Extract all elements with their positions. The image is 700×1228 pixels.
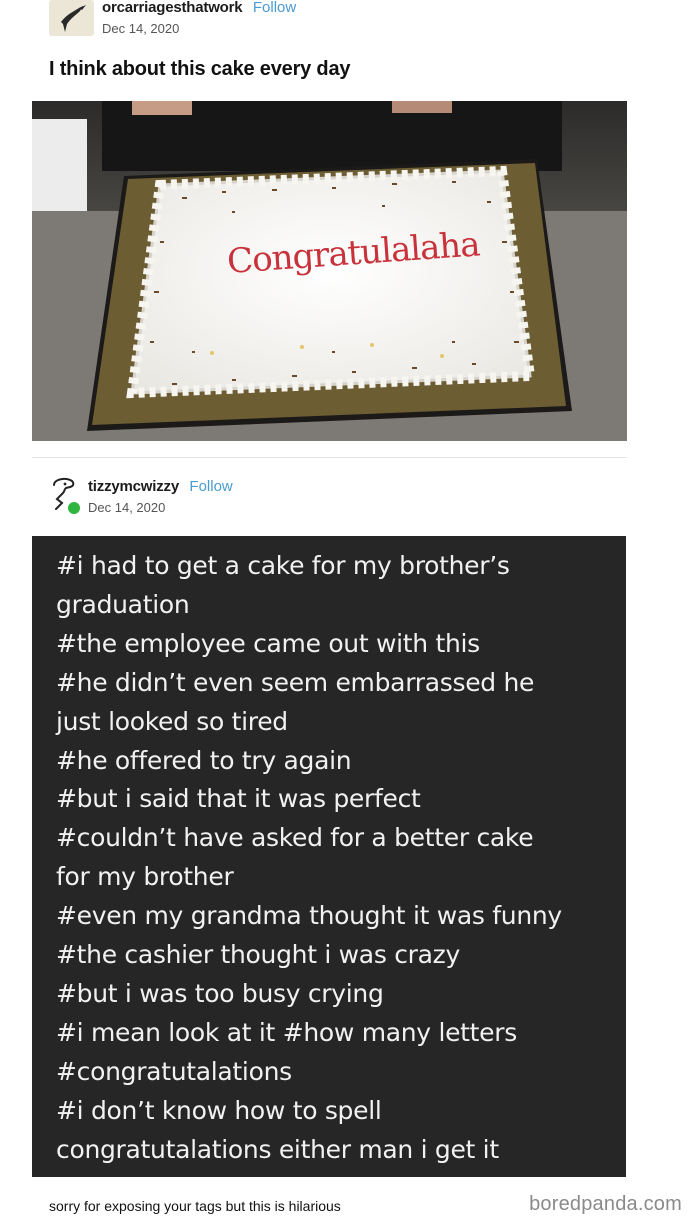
follow-link[interactable]: Follow — [253, 0, 296, 16]
tag-line: congratutalations either man i get it — [56, 1134, 499, 1164]
tag-line[interactable]: #the cashier thought i was crazy — [56, 936, 626, 975]
reblog-header: tizzymcwizzy Follow Dec 14, 2020 — [48, 475, 233, 516]
username[interactable]: orcarriagesthatwork — [102, 0, 243, 16]
cake-photo: Congratulalaha — [32, 101, 627, 441]
divider — [32, 457, 627, 458]
tag-line[interactable]: #i mean look at it #how many letters — [56, 1014, 626, 1053]
tag-line[interactable]: #even my grandma thought it was funny — [56, 897, 626, 936]
tag-line[interactable]: #couldn’t have asked for a better cake — [56, 819, 626, 858]
reblog-follow-link[interactable]: Follow — [189, 478, 232, 495]
post-date: Dec 14, 2020 — [102, 21, 180, 36]
caption: sorry for exposing your tags but this is… — [49, 1198, 341, 1214]
tag-line[interactable]: #but i was too busy crying — [56, 975, 626, 1014]
tag-line: for my brother — [56, 862, 234, 892]
original-post-header: orcarriagesthatwork Follow Dec 14, 2020 — [49, 0, 296, 36]
tag-line: graduation — [56, 589, 190, 619]
tag-line[interactable]: #he offered to try again — [56, 742, 626, 781]
reblog-date: Dec 14, 2020 — [88, 500, 166, 515]
tag-line: just looked so tired — [56, 706, 288, 736]
reblog-meta: tizzymcwizzy Follow Dec 14, 2020 — [88, 479, 233, 514]
tags-box: #i had to get a cake for my brother’s gr… — [32, 536, 626, 1177]
tag-line[interactable]: #he didn’t even seem embarrassed he — [56, 664, 626, 703]
watermark: boredpanda.com — [529, 1193, 682, 1215]
tag-line[interactable]: #but i said that it was perfect — [56, 780, 626, 819]
post-meta: orcarriagesthatwork Follow Dec 14, 2020 — [102, 0, 296, 35]
tag-line[interactable]: #i had to get a cake for my brother’s — [56, 547, 626, 586]
online-dot-icon — [66, 500, 82, 516]
tag-line[interactable]: #congratutalations — [56, 1053, 626, 1092]
tag-line[interactable]: #i don’t know how to spell — [56, 1092, 626, 1131]
bird-avatar-icon[interactable] — [49, 0, 94, 36]
reblog-username[interactable]: tizzymcwizzy — [88, 478, 179, 495]
post-title: I think about this cake every day — [49, 58, 351, 80]
doodle-avatar-icon[interactable] — [48, 475, 82, 516]
tag-line[interactable]: #the employee came out with this — [56, 625, 626, 664]
